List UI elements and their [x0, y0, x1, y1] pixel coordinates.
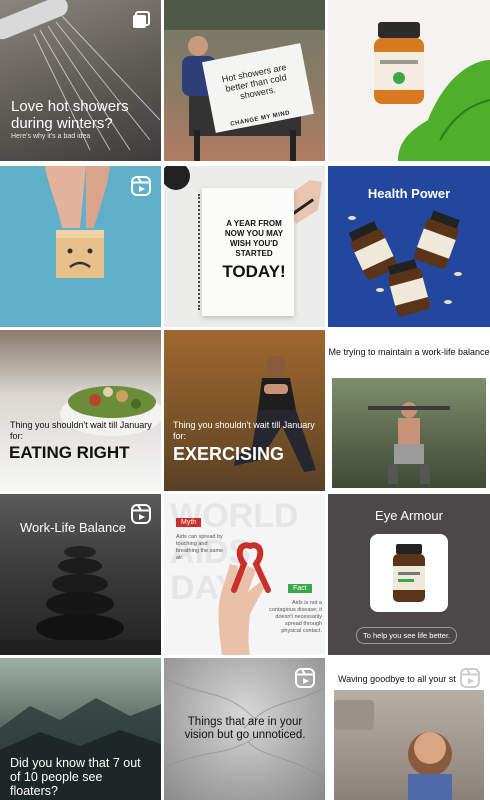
post-tile[interactable]: Did you know that 7 out of 10 people see…: [0, 658, 161, 800]
post-caption: Me trying to maintain a work-life balanc…: [328, 347, 490, 357]
carousel-icon: [133, 11, 150, 28]
fact-tag: Fact: [288, 584, 312, 593]
post-lead-text: Thing you shouldn't wait till January fo…: [173, 420, 315, 441]
post-tile[interactable]: Me trying to maintain a work-life balanc…: [328, 330, 490, 491]
reel-icon: [131, 504, 151, 524]
post-tile[interactable]: [0, 166, 161, 327]
post-tile[interactable]: Hot showers are better than cold showers…: [164, 0, 325, 161]
supplement-bottle-illustration: [393, 544, 425, 602]
reel-icon: [295, 668, 315, 688]
balancing-man-illustration: [368, 402, 450, 484]
post-tile[interactable]: WORLD AIDS DAY Myth Aids can spread by t…: [164, 494, 325, 655]
post-tile[interactable]: Thing you shouldn't wait till January fo…: [164, 330, 325, 491]
post-headline: Love hot showers during winters?: [11, 98, 129, 132]
salad-bowl-illustration: [60, 386, 161, 436]
product-card: [370, 534, 448, 612]
post-lead-text: A YEAR FROM NOW YOU MAY WISH YOU'D START…: [224, 219, 284, 258]
post-tile[interactable]: Thing you shouldn't wait till January fo…: [0, 330, 161, 491]
tagline-pill: To help you see life better.: [356, 627, 458, 644]
reel-icon: [131, 176, 151, 196]
post-tile[interactable]: Love hot showers during winters? Here's …: [0, 0, 161, 161]
post-tile[interactable]: Waving goodbye to all your st: [328, 658, 490, 800]
post-tile[interactable]: Health Power: [328, 166, 490, 327]
fact-text: Aids is not a contagious disease; it doe…: [269, 600, 322, 634]
post-tile[interactable]: Eye Armour To help you see life better.: [328, 494, 490, 655]
post-headline: Did you know that 7 out of 10 people see…: [10, 756, 141, 798]
post-grid: Love hot showers during winters? Here's …: [0, 0, 490, 800]
post-tile[interactable]: A YEAR FROM NOW YOU MAY WISH YOU'D START…: [164, 166, 325, 327]
post-title: Eye Armour: [375, 508, 443, 523]
supplement-bottle-illustration: [374, 22, 490, 161]
post-headline: Things that are in your vision but go un…: [184, 716, 306, 741]
video-thumbnail: [334, 690, 484, 800]
post-tile[interactable]: Things that are in your vision but go un…: [164, 658, 325, 800]
post-big-text: EXERCISING: [173, 444, 285, 464]
waving-girl-illustration: [334, 700, 452, 800]
post-lead-text: Thing you shouldn't wait till January fo…: [10, 420, 152, 441]
post-big-text: EATING RIGHT: [9, 443, 130, 462]
reel-icon: [460, 668, 480, 688]
post-tile[interactable]: Work-Life Balance: [0, 494, 161, 655]
athlete-illustration: [234, 356, 316, 472]
post-big-text: TODAY!: [222, 262, 286, 281]
notebook-spiral: [198, 194, 207, 310]
post-tile[interactable]: [328, 0, 490, 161]
bottles-illustration: [348, 210, 462, 317]
post-subtext: Here's why it's a bad idea: [11, 133, 91, 140]
video-thumbnail: [332, 378, 486, 488]
